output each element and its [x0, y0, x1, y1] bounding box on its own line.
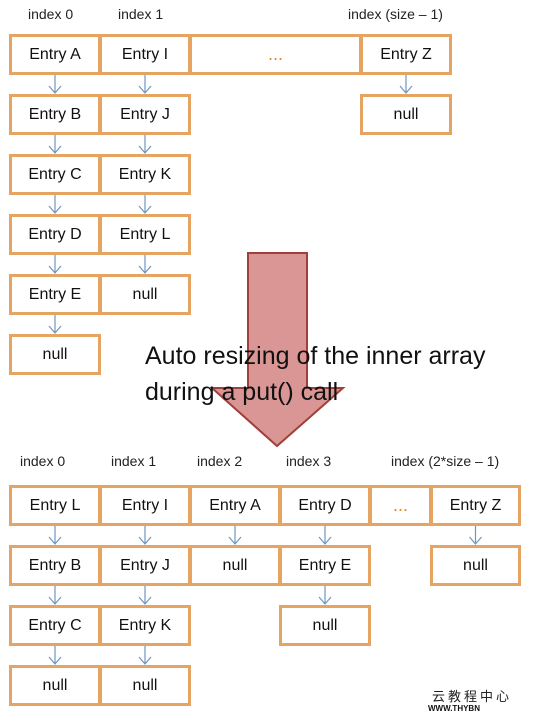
node-label: Entry Z — [449, 496, 502, 514]
watermark-logo: 云教程中心 — [432, 689, 513, 704]
next-pointer-arrow — [138, 255, 152, 274]
null-node: null — [360, 94, 452, 135]
before-index-label: index (size – 1) — [348, 6, 443, 22]
hashmap-resize-diagram: Auto resizing of the inner array during … — [0, 0, 545, 717]
entry-node: Entry J — [99, 545, 191, 586]
entry-node: Entry K — [99, 154, 191, 195]
node-label: null — [42, 345, 68, 363]
next-pointer-arrow — [48, 646, 62, 665]
node-label: Entry D — [298, 496, 352, 514]
after-index-label: index 1 — [111, 453, 157, 469]
ellipsis-bucket: ... — [369, 485, 432, 526]
node-label: Entry A — [209, 496, 261, 514]
next-pointer-arrow — [48, 526, 62, 545]
after-index-label: index 0 — [20, 453, 66, 469]
node-label: Entry Z — [380, 45, 432, 63]
next-pointer-arrow — [138, 135, 152, 154]
null-node: null — [430, 545, 521, 586]
entry-node: Entry D — [9, 214, 101, 255]
after-index-label: index 2 — [197, 453, 243, 469]
entry-node: Entry E — [279, 545, 371, 586]
next-pointer-arrow — [48, 195, 62, 214]
next-pointer-arrow — [138, 195, 152, 214]
next-pointer-arrow — [469, 526, 482, 545]
node-label: Entry E — [298, 556, 352, 574]
node-label: Entry L — [119, 225, 171, 243]
null-node: null — [279, 605, 371, 646]
next-pointer-arrow — [48, 586, 62, 605]
node-label: ... — [392, 495, 408, 515]
next-pointer-arrow — [399, 75, 413, 94]
after-index-label: index (2*size – 1) — [391, 453, 500, 469]
caption-line-2: during a put() call — [145, 378, 339, 406]
entry-node: Entry B — [9, 545, 101, 586]
after-index-label: index 3 — [286, 453, 332, 469]
next-pointer-arrow — [318, 526, 332, 545]
next-pointer-arrow — [48, 315, 62, 334]
node-label: Entry B — [28, 105, 82, 123]
next-pointer-arrow — [228, 526, 242, 545]
node-label: null — [393, 105, 419, 123]
next-pointer-arrow — [318, 586, 332, 605]
next-pointer-arrow — [138, 75, 152, 94]
node-label: null — [132, 676, 158, 694]
node-label: Entry A — [29, 45, 81, 63]
node-label: null — [312, 616, 338, 634]
node-label: Entry J — [120, 556, 170, 574]
entry-node: Entry A — [9, 34, 101, 75]
entry-node: Entry E — [9, 274, 101, 315]
node-label: Entry C — [28, 616, 82, 634]
node-label: null — [42, 676, 68, 694]
null-node: null — [9, 665, 101, 706]
null-node: null — [9, 334, 101, 375]
entry-node: Entry L — [99, 214, 191, 255]
entry-node: Entry C — [9, 154, 101, 195]
node-label: null — [463, 556, 488, 574]
node-label: Entry K — [118, 616, 172, 634]
entry-node: Entry A — [189, 485, 281, 526]
node-label: null — [132, 285, 158, 303]
entry-node: Entry B — [9, 94, 101, 135]
node-label: Entry C — [28, 165, 82, 183]
next-pointer-arrow — [138, 526, 152, 545]
next-pointer-arrow — [48, 75, 62, 94]
node-label: ... — [267, 44, 283, 64]
null-node: null — [99, 274, 191, 315]
entry-node: Entry I — [99, 485, 191, 526]
node-label: null — [222, 556, 248, 574]
null-node: null — [99, 665, 191, 706]
entry-node: Entry I — [99, 34, 191, 75]
entry-node: Entry C — [9, 605, 101, 646]
entry-node: Entry K — [99, 605, 191, 646]
entry-node: Entry Z — [430, 485, 521, 526]
next-pointer-arrow — [48, 255, 62, 274]
before-index-label: index 0 — [28, 6, 74, 22]
entry-node: Entry Z — [360, 34, 452, 75]
caption-line-1: Auto resizing of the inner array — [145, 342, 486, 370]
entry-node: Entry D — [279, 485, 371, 526]
node-label: Entry B — [28, 556, 82, 574]
node-label: Entry I — [121, 45, 169, 63]
node-label: Entry E — [28, 285, 82, 303]
next-pointer-arrow — [138, 586, 152, 605]
ellipsis-bucket: ... — [189, 34, 362, 75]
entry-node: Entry J — [99, 94, 191, 135]
node-label: Entry D — [28, 225, 82, 243]
null-node: null — [189, 545, 281, 586]
node-label: Entry L — [29, 496, 81, 514]
node-label: Entry K — [118, 165, 172, 183]
next-pointer-arrow — [138, 646, 152, 665]
watermark-url: WWW.THYBN — [428, 704, 480, 713]
node-label: Entry J — [120, 105, 170, 123]
next-pointer-arrow — [48, 135, 62, 154]
entry-node: Entry L — [9, 485, 101, 526]
before-index-label: index 1 — [118, 6, 164, 22]
node-label: Entry I — [121, 496, 169, 514]
